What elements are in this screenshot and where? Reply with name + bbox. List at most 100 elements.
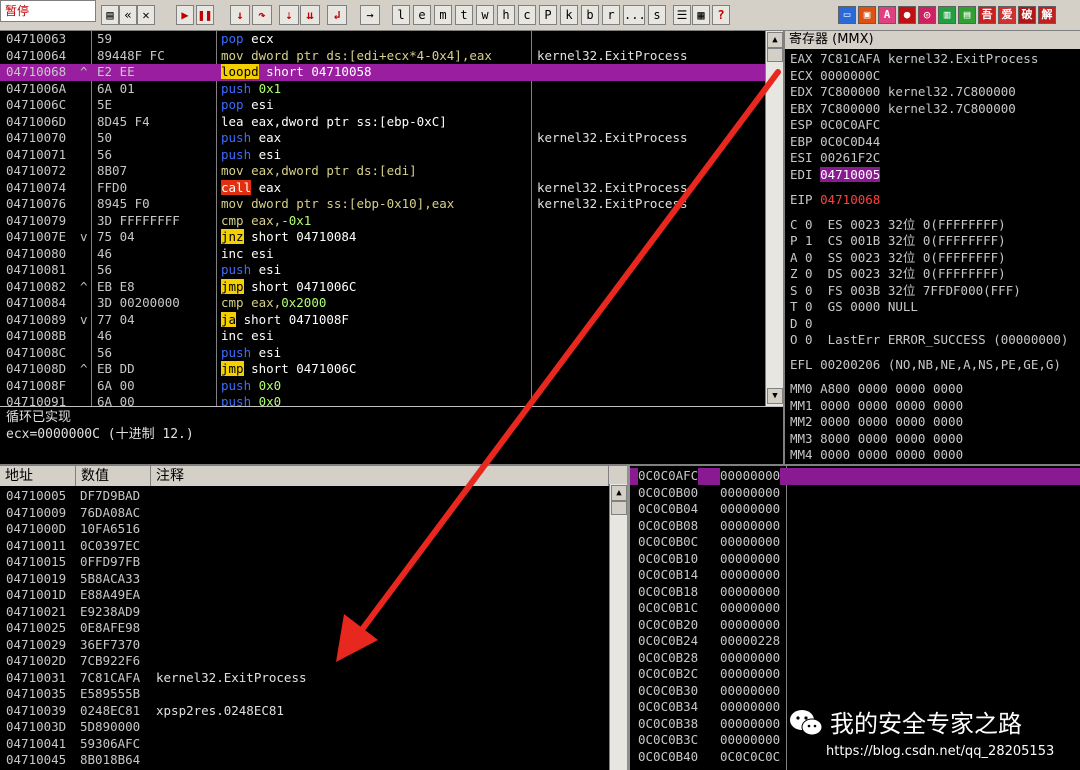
step-over-icon[interactable]: ↷ [252,5,272,25]
window-button-P[interactable]: P [539,5,557,25]
pause-icon[interactable]: ❚❚ [196,5,214,25]
stack-row[interactable]: 0C0C0B04 00000000 [630,501,1080,518]
plugin-icon-8[interactable]: 吾 [978,6,996,24]
stack-row[interactable]: 0C0C0B30 00000000 [630,683,1080,700]
stack-row[interactable]: 0C0C0B1C 00000000 [630,600,1080,617]
plugin-icon-3[interactable]: A [878,6,896,24]
register-line[interactable]: ESP 0C0C0AFC [790,117,880,134]
instruction-row[interactable]: 04710076 8945 F0 mov dword ptr ss:[ebp-0x1… [0,196,765,213]
instruction-row[interactable]: 04710064 89448F FC mov dword ptr ds:[edi+e… [0,48,765,65]
register-line[interactable]: C 0 ES 0023 32位 0(FFFFFFFF) [790,217,1006,234]
register-line[interactable]: MM3 8000 0000 0000 0000 [790,431,963,448]
register-line[interactable]: Z 0 DS 0023 32位 0(FFFFFFFF) [790,266,1006,283]
instruction-row[interactable]: 04710071 56 push esi [0,147,765,164]
instruction-row[interactable]: 0471008D ^ EB DD jmp short 0471006C [0,361,765,378]
instruction-row[interactable]: 04710072 8B07 mov eax,dword ptr ds:[edi] [0,163,765,180]
window-button-w[interactable]: w [476,5,494,25]
header-comment[interactable]: 注释 [151,466,609,486]
goto-icon[interactable]: → [360,5,380,25]
plugin-icon-2[interactable]: ▣ [858,6,876,24]
plugin-icon-1[interactable]: ▭ [838,6,856,24]
stack-row[interactable]: 0C0C0B0C 00000000 [630,534,1080,551]
instruction-row[interactable]: 0471008C 56 push esi [0,345,765,362]
dump-row[interactable]: 0471003D 5D890000 [0,719,609,736]
register-line[interactable]: EBP 0C0C0D44 [790,134,880,151]
dump-row[interactable]: 04710021 E9238AD9 [0,604,609,621]
header-value[interactable]: 数值 [76,466,151,486]
stack-row[interactable]: 0C0C0B14 00000000 [630,567,1080,584]
instruction-row[interactable]: 04710070 50 push eax kernel32.ExitProcess [0,130,765,147]
register-line[interactable]: A 0 SS 0023 32位 0(FFFFFFFF) [790,250,1006,267]
restart-icon[interactable]: « [119,5,137,25]
register-line[interactable]: T 0 GS 0000 NULL [790,299,918,316]
register-line[interactable]: EFL 00200206 (NO,NB,NE,A,NS,PE,GE,G) [790,357,1061,374]
dump-row[interactable]: 04710015 0FFD97FB [0,554,609,571]
dump-row[interactable]: 04710035 E589555B [0,686,609,703]
scroll-up-icon[interactable]: ▲ [767,32,783,48]
instruction-row[interactable]: 0471008F 6A 00 push 0x0 [0,378,765,395]
open-icon[interactable]: ▤ [101,5,119,25]
instruction-row[interactable]: 0471006D 8D45 F4 lea eax,dword ptr ss:[ebp… [0,114,765,131]
dump-row[interactable]: 04710025 0E8AFE98 [0,620,609,637]
register-line[interactable]: MM2 0000 0000 0000 0000 [790,414,963,431]
instruction-row[interactable]: 04710091 6A 00 push 0x0 [0,394,765,406]
register-line[interactable]: MM4 0000 0000 0000 0000 [790,447,963,464]
plugin-icon-11[interactable]: 解 [1038,6,1056,24]
register-line[interactable]: O 0 LastErr ERROR_SUCCESS (00000000) [790,332,1068,349]
register-line[interactable]: MM1 0000 0000 0000 0000 [790,398,963,415]
dump-row[interactable]: 0471001D E88A49EA [0,587,609,604]
register-line[interactable]: P 1 CS 001B 32位 0(FFFFFFFF) [790,233,1006,250]
trace-over-icon[interactable]: ⇊ [300,5,320,25]
instruction-row[interactable]: 04710089 v 77 04 ja short 0471008F [0,311,765,329]
window-button-b[interactable]: b [581,5,599,25]
window-button-c[interactable]: c [518,5,536,25]
dump-row[interactable]: 0471000D 10FA6516 [0,521,609,538]
stack-row[interactable]: 0C0C0B08 00000000 [630,518,1080,535]
stack-row[interactable]: 0C0C0B00 00000000 [630,485,1080,502]
stack-row[interactable]: 0C0C0B18 00000000 [630,584,1080,601]
plugin-icon-7[interactable]: ▤ [958,6,976,24]
register-line[interactable]: EAX 7C81CAFA kernel32.ExitProcess [790,51,1038,68]
register-line[interactable]: EIP 04710068 [790,192,880,209]
dump-row[interactable]: 0471002D 7CB922F6 [0,653,609,670]
plugin-icon-4[interactable]: ● [898,6,916,24]
dump-row[interactable]: 04710005 DF7D9BAD [0,488,609,505]
dump-row[interactable]: 04710039 0248EC81 xpsp2res.0248EC81 [0,703,609,720]
register-line[interactable]: EBX 7C800000 kernel32.7C800000 [790,101,1016,118]
instruction-row[interactable]: 04710081 56 push esi [0,262,765,279]
stack-row[interactable]: 0C0C0B2C 00000000 [630,666,1080,683]
execute-till-return-icon[interactable]: ↲ [327,5,347,25]
dump-row[interactable]: 04710031 7C81CAFA kernel32.ExitProcess [0,670,609,687]
grid-icon[interactable]: ▦ [692,5,710,25]
dump-row[interactable]: 04710029 36EF7370 [0,637,609,654]
instruction-row[interactable]: 04710080 46 inc esi [0,246,765,263]
register-line[interactable]: ESI 00261F2C [790,150,880,167]
register-line[interactable]: EDX 7C800000 kernel32.7C800000 [790,84,1016,101]
window-button-t[interactable]: t [455,5,473,25]
dump-row[interactable]: 04710045 8B018B64 [0,752,609,769]
dump-row[interactable]: 04710009 76DA08AC [0,505,609,522]
header-address[interactable]: 地址 [0,466,76,486]
instruction-row[interactable]: 0471008B 46 inc esi [0,328,765,345]
stack-row[interactable]: 0C0C0B28 00000000 [630,650,1080,667]
list-icon[interactable]: ☰ [673,5,691,25]
scroll-up-icon[interactable]: ▲ [611,485,627,501]
window-button-l[interactable]: l [392,5,410,25]
register-line[interactable]: MM0 A800 0000 0000 0000 [790,381,963,398]
selected-instruction-row[interactable]: 04710068 ^ E2 EE loopd short 04710058 [0,64,765,81]
plugin-icon-10[interactable]: 破 [1018,6,1036,24]
window-button-m[interactable]: m [434,5,452,25]
disassembly-scrollbar[interactable]: ▲ ▼ [765,31,783,406]
scroll-down-icon[interactable]: ▼ [767,388,783,404]
trace-into-icon[interactable]: ⇣ [279,5,299,25]
window-button-s[interactable]: s [648,5,666,25]
instruction-row[interactable]: 04710074 FFD0 call eax kernel32.ExitProcess [0,179,765,197]
stack-row[interactable]: 0C0C0B10 00000000 [630,551,1080,568]
dump-row[interactable]: 04710019 5B8ACA33 [0,571,609,588]
instruction-row[interactable]: 04710079 3D FFFFFFFF cmp eax,-0x1 [0,213,765,230]
run-icon[interactable]: ▶ [176,5,194,25]
dump-row[interactable]: 04710011 0C0397EC [0,538,609,555]
register-line[interactable]: ECX 0000000C [790,68,880,85]
register-line[interactable]: D 0 [790,316,813,333]
plugin-icon-5[interactable]: ◎ [918,6,936,24]
